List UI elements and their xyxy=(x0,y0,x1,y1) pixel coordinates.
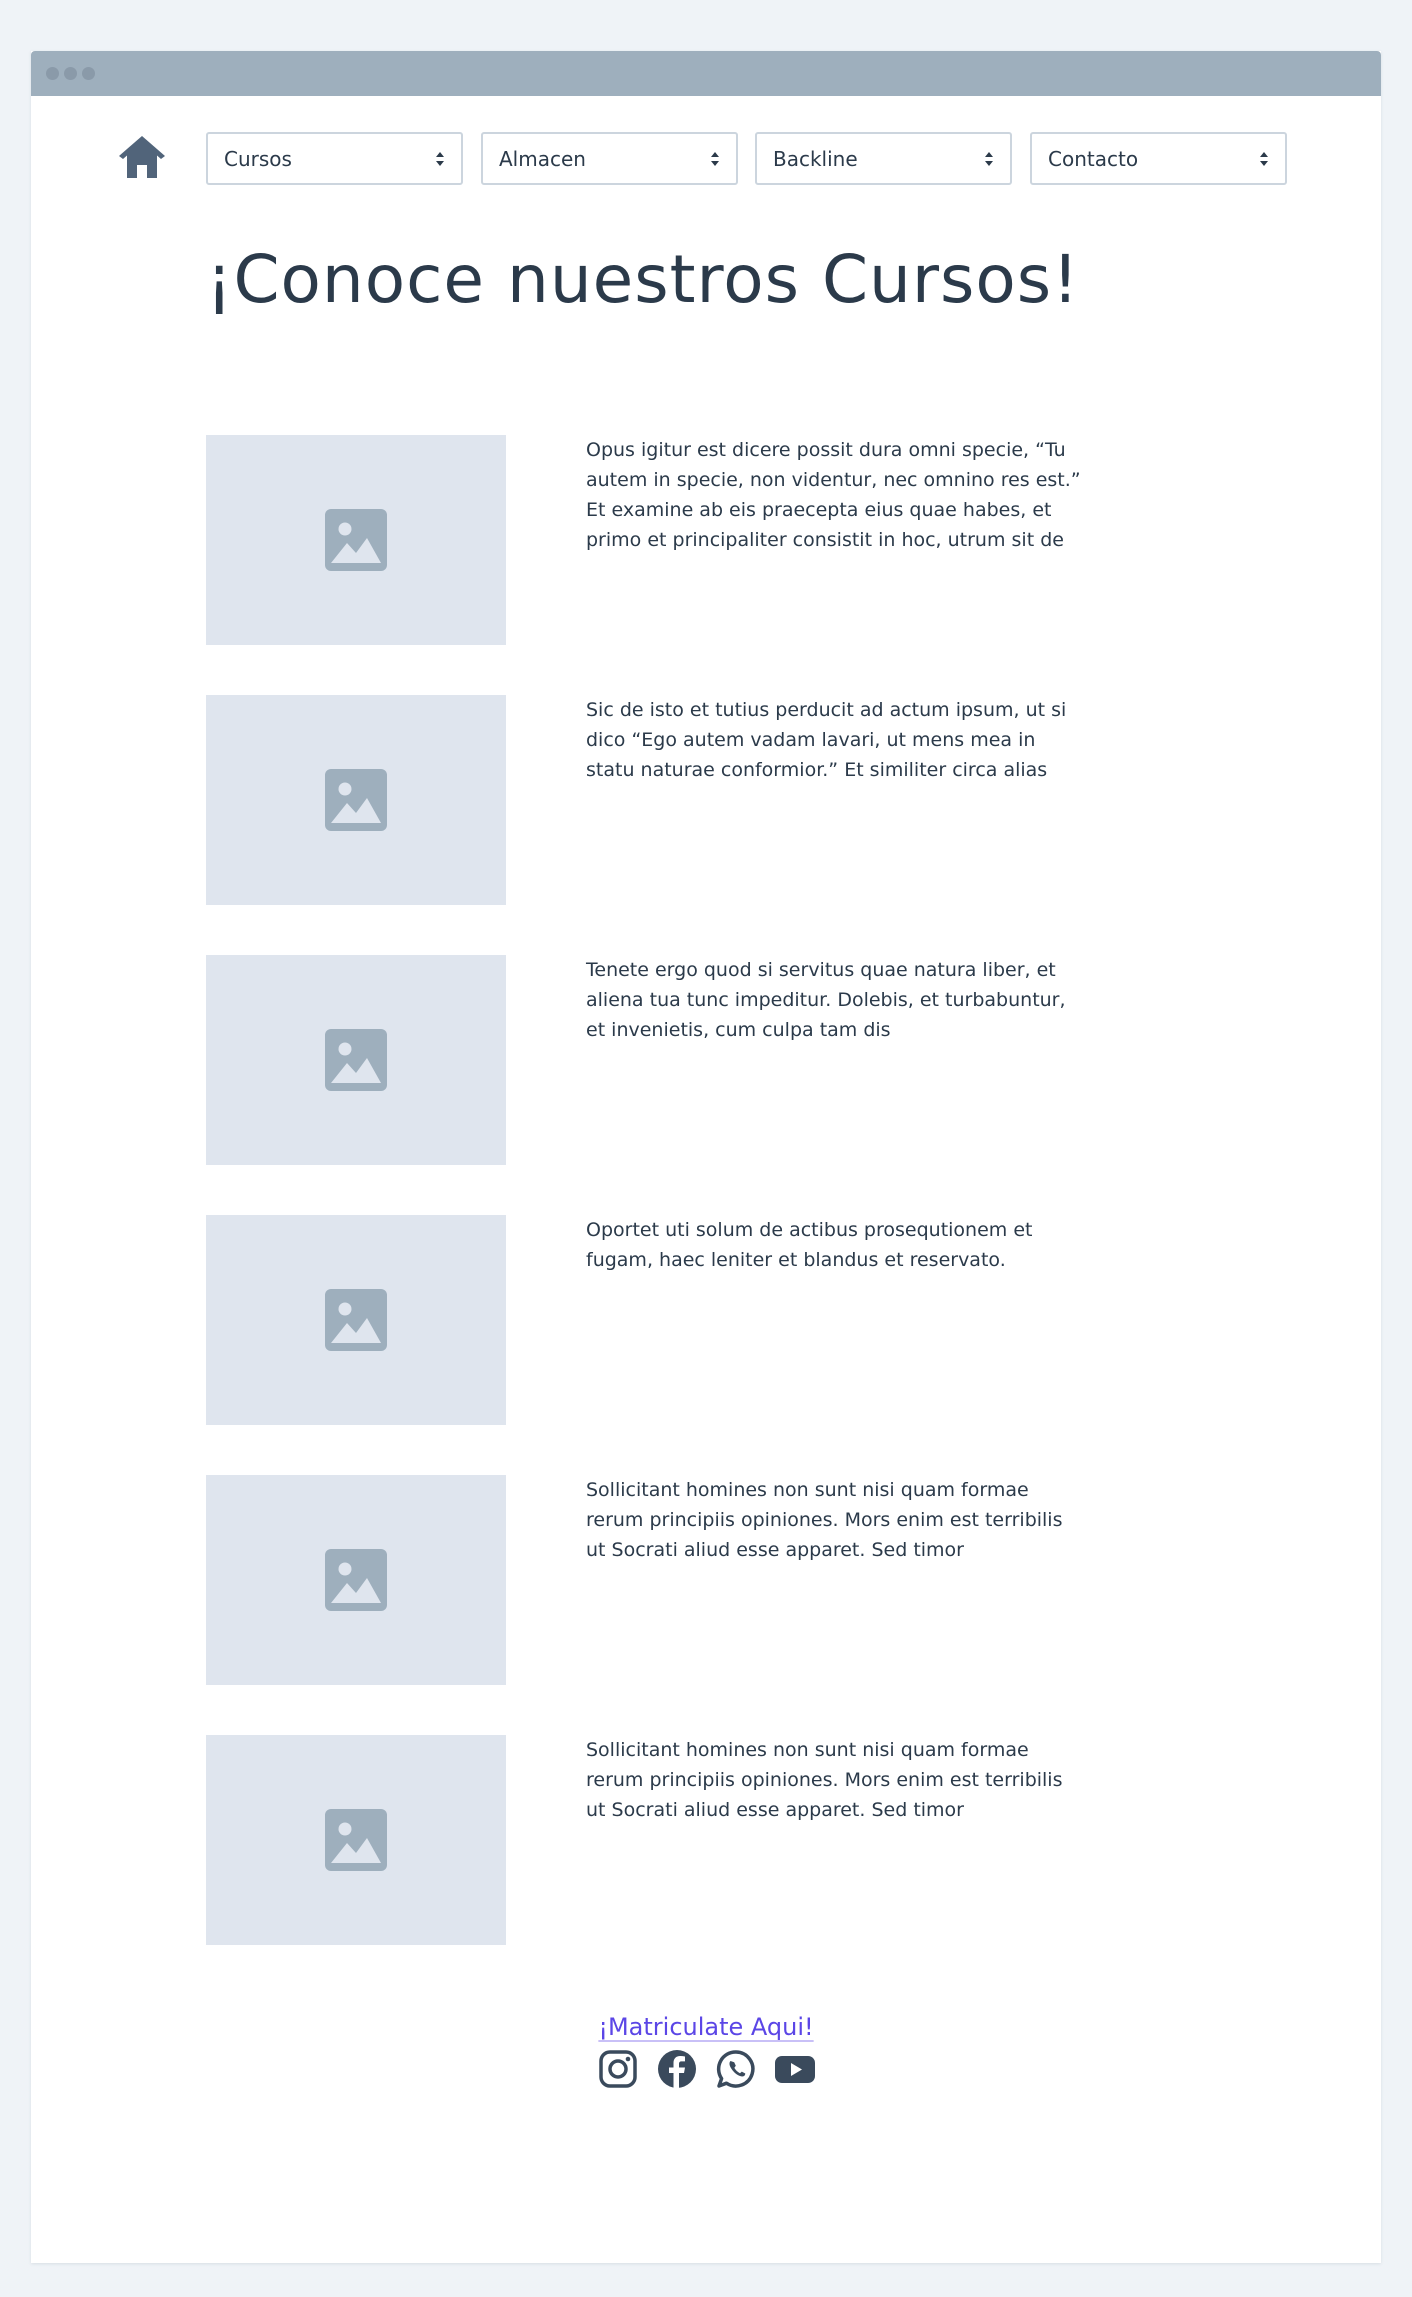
sort-arrows-icon xyxy=(436,151,444,166)
course-item: Sic de isto et tutius perducit ad actum … xyxy=(206,695,1106,905)
course-item: Sollicitant homines non sunt nisi quam f… xyxy=(206,1475,1106,1685)
course-description: Sollicitant homines non sunt nisi quam f… xyxy=(586,1479,1063,1561)
footer: ¡Matriculate Aqui! xyxy=(31,2013,1381,2089)
course-image xyxy=(206,695,506,905)
course-description: Tenete ergo quod si servitus quae natura… xyxy=(586,959,1066,1041)
image-placeholder-icon xyxy=(325,1809,387,1871)
sort-arrows-icon xyxy=(711,151,719,166)
window-control-dot[interactable] xyxy=(82,67,95,80)
select-label: Almacen xyxy=(499,146,586,171)
course-item: Oportet uti solum de actibus proseqution… xyxy=(206,1215,1106,1425)
select-cursos[interactable]: Cursos xyxy=(206,132,463,185)
facebook-icon[interactable] xyxy=(657,2049,697,2089)
top-nav: Cursos Almacen Backline Contacto xyxy=(31,129,1381,185)
course-image xyxy=(206,1735,506,1945)
select-almacen[interactable]: Almacen xyxy=(481,132,738,185)
image-placeholder-icon xyxy=(325,1549,387,1611)
course-description: Oportet uti solum de actibus proseqution… xyxy=(586,1219,1033,1271)
course-image xyxy=(206,1475,506,1685)
image-placeholder-icon xyxy=(325,769,387,831)
browser-window: Cursos Almacen Backline Contacto ¡Conoce… xyxy=(31,51,1381,2263)
enroll-link[interactable]: ¡Matriculate Aqui! xyxy=(598,2013,813,2041)
page-title: ¡Conoce nuestros Cursos! xyxy=(206,241,1080,318)
course-item: Tenete ergo quod si servitus quae natura… xyxy=(206,955,1106,1165)
select-label: Contacto xyxy=(1048,146,1139,171)
social-links xyxy=(31,2049,1381,2089)
select-label: Backline xyxy=(773,146,858,171)
course-image xyxy=(206,1215,506,1425)
window-control-dot[interactable] xyxy=(64,67,77,80)
whatsapp-icon[interactable] xyxy=(716,2049,756,2089)
course-item: Sollicitant homines non sunt nisi quam f… xyxy=(206,1735,1106,1945)
course-description: Sollicitant homines non sunt nisi quam f… xyxy=(586,1739,1063,1821)
select-label: Cursos xyxy=(224,146,292,171)
course-image xyxy=(206,955,506,1165)
course-image xyxy=(206,435,506,645)
course-description: Opus igitur est dicere possit dura omni … xyxy=(586,439,1081,551)
course-item: Opus igitur est dicere possit dura omni … xyxy=(206,435,1106,645)
image-placeholder-icon xyxy=(325,1029,387,1091)
instagram-icon[interactable] xyxy=(598,2049,638,2089)
sort-arrows-icon xyxy=(1260,151,1268,166)
window-control-dot[interactable] xyxy=(46,67,59,80)
sort-arrows-icon xyxy=(985,151,993,166)
course-description: Sic de isto et tutius perducit ad actum … xyxy=(586,699,1067,781)
select-backline[interactable]: Backline xyxy=(755,132,1012,185)
window-titlebar xyxy=(31,51,1381,96)
image-placeholder-icon xyxy=(325,509,387,571)
image-placeholder-icon xyxy=(325,1289,387,1351)
select-contacto[interactable]: Contacto xyxy=(1030,132,1287,185)
youtube-icon[interactable] xyxy=(774,2049,815,2089)
home-icon[interactable] xyxy=(117,132,167,182)
